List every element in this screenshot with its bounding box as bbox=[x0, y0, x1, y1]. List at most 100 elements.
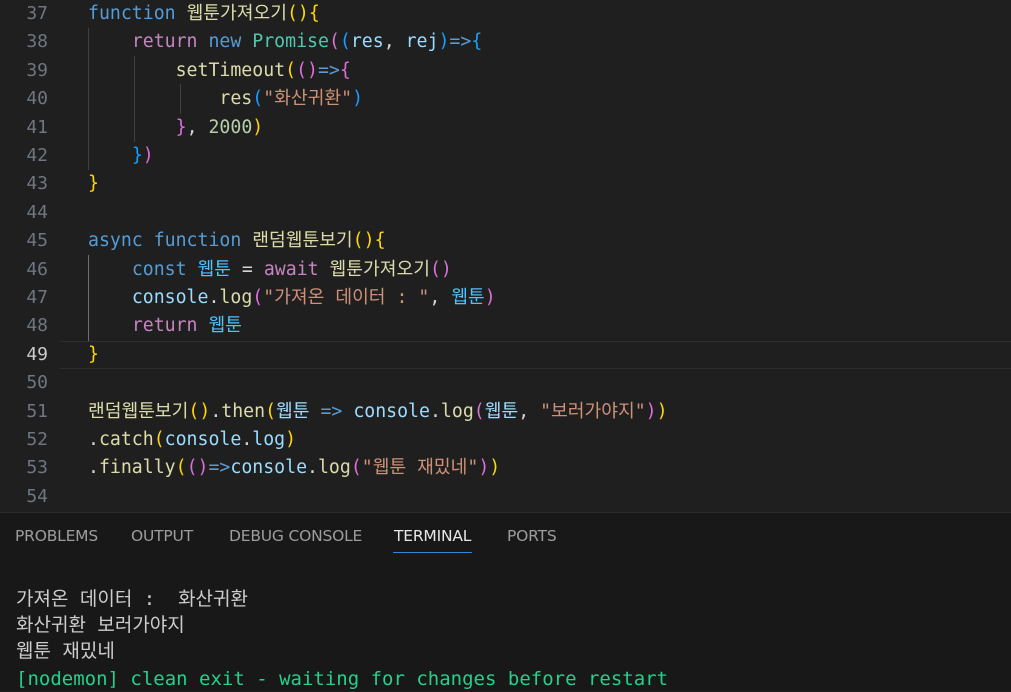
code-line[interactable]: 45 async function 랜덤웹툰보기(){ bbox=[0, 227, 1011, 255]
code-token: log bbox=[219, 287, 253, 308]
code-line[interactable]: 48 return 웹툰 bbox=[0, 312, 1011, 340]
code-token: ( bbox=[328, 31, 340, 53]
tab-ports[interactable]: PORTS bbox=[507, 527, 557, 545]
code-token: , bbox=[383, 31, 406, 53]
line-number: 37 bbox=[26, 3, 48, 24]
code-token: ) bbox=[252, 116, 264, 138]
code-token: . bbox=[88, 457, 99, 479]
code-line[interactable]: 44 bbox=[0, 199, 1011, 227]
code-token: function bbox=[88, 3, 176, 24]
code-token: } bbox=[88, 343, 99, 365]
code-token: "보러가야지" bbox=[540, 400, 646, 422]
terminal-output-line: 가져온 데이터 : 화산귀환 bbox=[16, 588, 248, 610]
code-token: . bbox=[208, 287, 220, 308]
code-token: . bbox=[241, 429, 253, 450]
code-token: console bbox=[230, 457, 308, 479]
line-number: 50 bbox=[26, 372, 48, 394]
line-number: 48 bbox=[26, 315, 48, 337]
code-token: setTimeout bbox=[175, 59, 286, 81]
code-line[interactable]: 38 return new Promise((res, rej)=>{ bbox=[0, 28, 1011, 56]
code-token: . bbox=[210, 400, 222, 422]
code-line[interactable]: 37 function 웹툰가져오기(){ bbox=[0, 0, 1011, 28]
code-token: ( bbox=[339, 31, 351, 53]
code-token: ( bbox=[175, 457, 187, 479]
code-text: res("화산귀환") bbox=[88, 85, 363, 113]
code-token: , bbox=[186, 116, 209, 138]
code-token: => bbox=[208, 457, 231, 479]
code-token: ( bbox=[153, 429, 165, 450]
line-number: 47 bbox=[26, 287, 48, 308]
line-number: 52 bbox=[26, 429, 48, 450]
code-token: , bbox=[518, 400, 541, 422]
line-number: 53 bbox=[26, 457, 48, 479]
code-token: = bbox=[230, 258, 264, 280]
code-text: } bbox=[88, 341, 99, 369]
tab-terminal[interactable]: TERMINAL bbox=[394, 527, 471, 545]
code-token: ) bbox=[645, 400, 657, 422]
code-token: } bbox=[88, 173, 99, 195]
tab-output[interactable]: OUTPUT bbox=[131, 527, 193, 545]
code-line[interactable]: 39 setTimeout(()=>{ bbox=[0, 57, 1011, 85]
code-token: new bbox=[208, 31, 242, 53]
code-token: 웹툰 bbox=[208, 315, 242, 337]
code-line[interactable]: 47 console.log("가져온 데이터 : ", 웹툰) bbox=[0, 284, 1011, 312]
code-text: setTimeout(()=>{ bbox=[88, 57, 351, 85]
code-token: ) bbox=[656, 400, 668, 422]
line-number: 43 bbox=[26, 173, 48, 195]
line-number: 45 bbox=[26, 230, 48, 252]
code-text: return new Promise((res, rej)=>{ bbox=[88, 28, 482, 56]
code-text: .catch(console.log) bbox=[88, 426, 296, 454]
code-token: ( bbox=[473, 400, 485, 422]
code-text: console.log("가져온 데이터 : ", 웹툰) bbox=[88, 284, 496, 312]
code-token: => bbox=[449, 31, 472, 53]
code-token: { bbox=[374, 230, 386, 252]
code-text: 랜덤웹툰보기().then(웹툰 => console.log(웹툰, "보러가… bbox=[88, 398, 668, 426]
code-line[interactable]: 54 bbox=[0, 483, 1011, 511]
code-token: ( bbox=[252, 88, 264, 110]
code-token: ( bbox=[265, 400, 277, 422]
code-token: const bbox=[131, 258, 187, 280]
code-token: "가져온 데이터 : " bbox=[263, 287, 430, 308]
code-token: function bbox=[153, 230, 242, 252]
code-token: } bbox=[175, 116, 187, 138]
code-token: finally bbox=[98, 457, 176, 479]
line-number: 41 bbox=[26, 116, 48, 138]
code-line[interactable]: 43} bbox=[0, 170, 1011, 198]
code-token: . bbox=[429, 400, 441, 422]
line-number: 44 bbox=[26, 201, 48, 223]
code-token: rej bbox=[405, 31, 439, 53]
code-token: console bbox=[353, 400, 430, 422]
tab-debug-console[interactable]: DEBUG CONSOLE bbox=[229, 527, 362, 545]
code-token: then bbox=[221, 400, 266, 422]
code-line[interactable]: 40 res("화산귀환") bbox=[0, 85, 1011, 113]
code-editor[interactable]: 37 function 웹툰가져오기 () {38 return new Promis… bbox=[0, 0, 1011, 512]
code-text: }) bbox=[88, 142, 154, 170]
code-line[interactable]: 49} bbox=[0, 341, 1011, 369]
line-number: 38 bbox=[26, 31, 48, 53]
code-token: log bbox=[317, 457, 351, 479]
line-number: 42 bbox=[26, 145, 48, 166]
code-line[interactable]: 53 .finally(()=>console.log("웹툰 재밌네")) bbox=[0, 454, 1011, 482]
code-line[interactable]: 51 랜덤웹툰보기().then(웹툰 => console.log(웹툰, "보… bbox=[0, 398, 1011, 426]
terminal-nodemon-status: [nodemon] clean exit - waiting for chang… bbox=[16, 668, 669, 690]
tab-problems[interactable]: PROBLEMS bbox=[15, 527, 98, 545]
line-number: 40 bbox=[26, 88, 48, 110]
code-line[interactable]: 50 bbox=[0, 369, 1011, 397]
code-line[interactable]: 41 }, 2000) bbox=[0, 114, 1011, 142]
code-token: 웹툰가져오기 bbox=[329, 258, 430, 280]
code-line[interactable]: 46 const 웹툰 = await 웹툰가져오기() bbox=[0, 256, 1011, 284]
code-token: 랜덤웹툰보기 bbox=[88, 400, 189, 422]
code-line[interactable]: 42 }) bbox=[0, 142, 1011, 170]
code-token: console bbox=[131, 287, 209, 308]
code-line[interactable]: 52 .catch(console.log) bbox=[0, 426, 1011, 454]
code-token: ) bbox=[484, 287, 496, 308]
